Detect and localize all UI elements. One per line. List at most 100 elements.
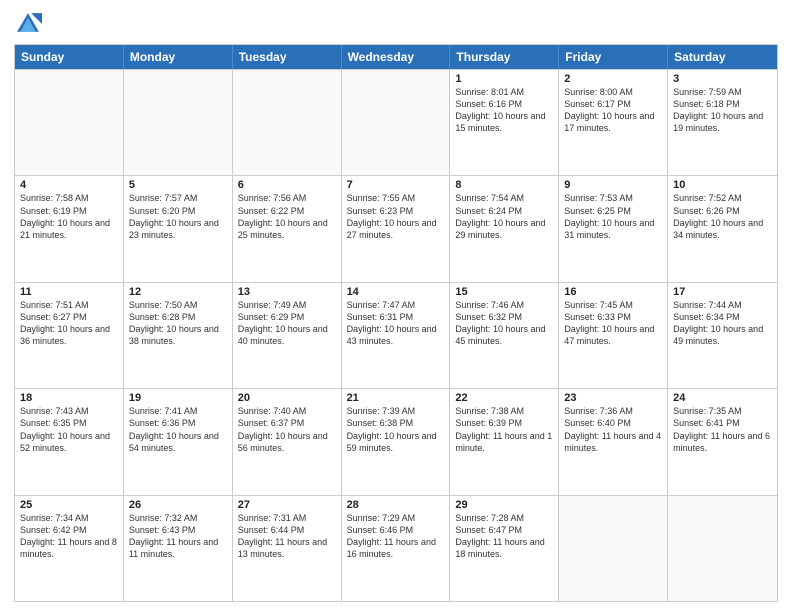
day-number: 21 (347, 392, 445, 404)
calendar: SundayMondayTuesdayWednesdayThursdayFrid… (14, 44, 778, 602)
day-number: 11 (20, 286, 118, 298)
day-cell-1: 1Sunrise: 8:01 AMSunset: 6:16 PMDaylight… (450, 70, 559, 175)
day-number: 22 (455, 392, 553, 404)
day-info: Sunrise: 8:01 AMSunset: 6:16 PMDaylight:… (455, 86, 553, 135)
logo-icon (14, 10, 42, 38)
day-cell-2: 2Sunrise: 8:00 AMSunset: 6:17 PMDaylight… (559, 70, 668, 175)
day-info: Sunrise: 7:51 AMSunset: 6:27 PMDaylight:… (20, 299, 118, 348)
day-cell-15: 15Sunrise: 7:46 AMSunset: 6:32 PMDayligh… (450, 283, 559, 388)
logo (14, 10, 46, 38)
day-number: 19 (129, 392, 227, 404)
day-number: 8 (455, 179, 553, 191)
day-cell-7: 7Sunrise: 7:55 AMSunset: 6:23 PMDaylight… (342, 176, 451, 281)
header-day-thursday: Thursday (450, 45, 559, 69)
day-number: 28 (347, 499, 445, 511)
day-number: 16 (564, 286, 662, 298)
day-cell-28: 28Sunrise: 7:29 AMSunset: 6:46 PMDayligh… (342, 496, 451, 601)
day-info: Sunrise: 7:58 AMSunset: 6:19 PMDaylight:… (20, 192, 118, 241)
day-cell-17: 17Sunrise: 7:44 AMSunset: 6:34 PMDayligh… (668, 283, 777, 388)
day-cell-18: 18Sunrise: 7:43 AMSunset: 6:35 PMDayligh… (15, 389, 124, 494)
empty-cell (342, 70, 451, 175)
day-info: Sunrise: 7:56 AMSunset: 6:22 PMDaylight:… (238, 192, 336, 241)
day-info: Sunrise: 7:34 AMSunset: 6:42 PMDaylight:… (20, 512, 118, 561)
header-day-tuesday: Tuesday (233, 45, 342, 69)
calendar-header: SundayMondayTuesdayWednesdayThursdayFrid… (15, 45, 777, 69)
day-cell-13: 13Sunrise: 7:49 AMSunset: 6:29 PMDayligh… (233, 283, 342, 388)
day-cell-5: 5Sunrise: 7:57 AMSunset: 6:20 PMDaylight… (124, 176, 233, 281)
day-number: 20 (238, 392, 336, 404)
day-info: Sunrise: 7:38 AMSunset: 6:39 PMDaylight:… (455, 405, 553, 454)
day-number: 27 (238, 499, 336, 511)
day-info: Sunrise: 7:44 AMSunset: 6:34 PMDaylight:… (673, 299, 772, 348)
day-number: 25 (20, 499, 118, 511)
day-info: Sunrise: 7:52 AMSunset: 6:26 PMDaylight:… (673, 192, 772, 241)
day-cell-11: 11Sunrise: 7:51 AMSunset: 6:27 PMDayligh… (15, 283, 124, 388)
day-number: 26 (129, 499, 227, 511)
day-info: Sunrise: 7:40 AMSunset: 6:37 PMDaylight:… (238, 405, 336, 454)
day-cell-29: 29Sunrise: 7:28 AMSunset: 6:47 PMDayligh… (450, 496, 559, 601)
day-cell-26: 26Sunrise: 7:32 AMSunset: 6:43 PMDayligh… (124, 496, 233, 601)
header-day-wednesday: Wednesday (342, 45, 451, 69)
empty-cell (15, 70, 124, 175)
day-number: 9 (564, 179, 662, 191)
day-info: Sunrise: 7:59 AMSunset: 6:18 PMDaylight:… (673, 86, 772, 135)
calendar-body: 1Sunrise: 8:01 AMSunset: 6:16 PMDaylight… (15, 69, 777, 601)
day-number: 7 (347, 179, 445, 191)
empty-cell (668, 496, 777, 601)
day-info: Sunrise: 7:41 AMSunset: 6:36 PMDaylight:… (129, 405, 227, 454)
header-day-saturday: Saturday (668, 45, 777, 69)
day-info: Sunrise: 7:45 AMSunset: 6:33 PMDaylight:… (564, 299, 662, 348)
empty-cell (233, 70, 342, 175)
day-cell-6: 6Sunrise: 7:56 AMSunset: 6:22 PMDaylight… (233, 176, 342, 281)
day-number: 10 (673, 179, 772, 191)
day-cell-3: 3Sunrise: 7:59 AMSunset: 6:18 PMDaylight… (668, 70, 777, 175)
page: SundayMondayTuesdayWednesdayThursdayFrid… (0, 0, 792, 612)
day-info: Sunrise: 7:28 AMSunset: 6:47 PMDaylight:… (455, 512, 553, 561)
day-cell-9: 9Sunrise: 7:53 AMSunset: 6:25 PMDaylight… (559, 176, 668, 281)
day-number: 1 (455, 73, 553, 85)
day-info: Sunrise: 7:29 AMSunset: 6:46 PMDaylight:… (347, 512, 445, 561)
day-number: 2 (564, 73, 662, 85)
day-cell-27: 27Sunrise: 7:31 AMSunset: 6:44 PMDayligh… (233, 496, 342, 601)
day-number: 5 (129, 179, 227, 191)
day-number: 4 (20, 179, 118, 191)
day-number: 12 (129, 286, 227, 298)
day-info: Sunrise: 7:53 AMSunset: 6:25 PMDaylight:… (564, 192, 662, 241)
day-number: 6 (238, 179, 336, 191)
day-number: 13 (238, 286, 336, 298)
day-cell-22: 22Sunrise: 7:38 AMSunset: 6:39 PMDayligh… (450, 389, 559, 494)
day-info: Sunrise: 7:36 AMSunset: 6:40 PMDaylight:… (564, 405, 662, 454)
day-cell-16: 16Sunrise: 7:45 AMSunset: 6:33 PMDayligh… (559, 283, 668, 388)
week-row-1: 1Sunrise: 8:01 AMSunset: 6:16 PMDaylight… (15, 69, 777, 175)
header-day-friday: Friday (559, 45, 668, 69)
day-info: Sunrise: 7:43 AMSunset: 6:35 PMDaylight:… (20, 405, 118, 454)
day-cell-12: 12Sunrise: 7:50 AMSunset: 6:28 PMDayligh… (124, 283, 233, 388)
day-info: Sunrise: 7:54 AMSunset: 6:24 PMDaylight:… (455, 192, 553, 241)
day-info: Sunrise: 7:32 AMSunset: 6:43 PMDaylight:… (129, 512, 227, 561)
day-cell-21: 21Sunrise: 7:39 AMSunset: 6:38 PMDayligh… (342, 389, 451, 494)
empty-cell (559, 496, 668, 601)
header-day-sunday: Sunday (15, 45, 124, 69)
day-cell-4: 4Sunrise: 7:58 AMSunset: 6:19 PMDaylight… (15, 176, 124, 281)
day-cell-20: 20Sunrise: 7:40 AMSunset: 6:37 PMDayligh… (233, 389, 342, 494)
day-number: 29 (455, 499, 553, 511)
day-cell-10: 10Sunrise: 7:52 AMSunset: 6:26 PMDayligh… (668, 176, 777, 281)
week-row-5: 25Sunrise: 7:34 AMSunset: 6:42 PMDayligh… (15, 495, 777, 601)
day-info: Sunrise: 7:47 AMSunset: 6:31 PMDaylight:… (347, 299, 445, 348)
header-day-monday: Monday (124, 45, 233, 69)
day-info: Sunrise: 7:46 AMSunset: 6:32 PMDaylight:… (455, 299, 553, 348)
day-number: 24 (673, 392, 772, 404)
day-number: 17 (673, 286, 772, 298)
week-row-4: 18Sunrise: 7:43 AMSunset: 6:35 PMDayligh… (15, 388, 777, 494)
day-cell-23: 23Sunrise: 7:36 AMSunset: 6:40 PMDayligh… (559, 389, 668, 494)
day-number: 18 (20, 392, 118, 404)
day-cell-14: 14Sunrise: 7:47 AMSunset: 6:31 PMDayligh… (342, 283, 451, 388)
day-cell-25: 25Sunrise: 7:34 AMSunset: 6:42 PMDayligh… (15, 496, 124, 601)
day-number: 14 (347, 286, 445, 298)
day-info: Sunrise: 7:50 AMSunset: 6:28 PMDaylight:… (129, 299, 227, 348)
day-number: 3 (673, 73, 772, 85)
empty-cell (124, 70, 233, 175)
day-cell-24: 24Sunrise: 7:35 AMSunset: 6:41 PMDayligh… (668, 389, 777, 494)
day-info: Sunrise: 7:57 AMSunset: 6:20 PMDaylight:… (129, 192, 227, 241)
week-row-3: 11Sunrise: 7:51 AMSunset: 6:27 PMDayligh… (15, 282, 777, 388)
